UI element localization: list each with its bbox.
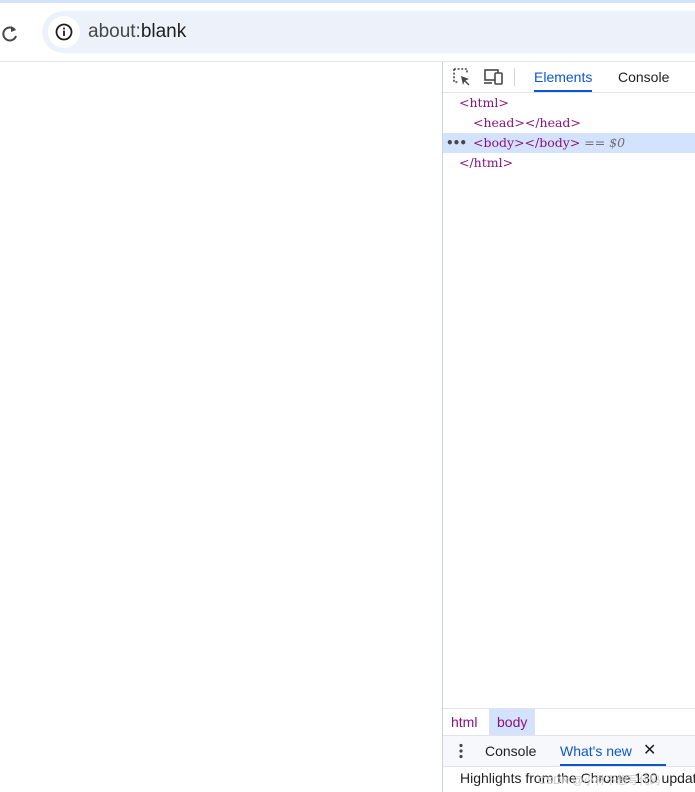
dom-tree: <html> <head></head> ••• <body></body> =… <box>443 93 695 173</box>
address-bar[interactable]: about:blank <box>42 11 695 53</box>
watermark: CSDN @小林不想写代码 <box>538 775 661 787</box>
dom-node-head[interactable]: <head></head> <box>443 113 695 133</box>
tab-console[interactable]: Console <box>618 62 669 92</box>
breadcrumb: html body <box>443 708 695 735</box>
close-icon[interactable]: ✕ <box>643 736 656 766</box>
drawer-tab-bar: Console What's new ✕ <box>443 735 695 767</box>
reload-icon[interactable] <box>0 21 20 45</box>
dom-node-body-tag: <body></body> <box>473 135 581 150</box>
page-viewport[interactable] <box>0 62 442 792</box>
breadcrumb-html[interactable]: html <box>443 709 485 735</box>
breadcrumb-body[interactable]: body <box>489 709 536 735</box>
drawer-tab-console[interactable]: Console <box>485 736 536 766</box>
more-options-icon[interactable]: ••• <box>446 133 467 153</box>
toolbar-separator <box>514 68 515 86</box>
devtools-tab-bar: Elements Console <box>443 62 695 93</box>
url-text[interactable]: about:blank <box>88 21 186 43</box>
dom-node-reference: == $0 <box>584 135 626 150</box>
device-toolbar-icon[interactable] <box>483 67 503 87</box>
devtools-panel: Elements Console <html> <head></head> ••… <box>442 62 695 792</box>
drawer-content: Highlights from the Chrome 130 update CS… <box>443 766 695 792</box>
info-icon[interactable] <box>48 16 80 48</box>
dom-node-html-close[interactable]: </html> <box>443 153 695 173</box>
dom-node-html-open[interactable]: <html> <box>443 93 695 113</box>
inspect-element-icon[interactable] <box>452 67 472 87</box>
more-menu-icon[interactable] <box>456 743 466 759</box>
url-scheme: about: <box>88 21 141 42</box>
url-page: blank <box>140 21 187 42</box>
drawer-tab-whats-new[interactable]: What's new <box>560 736 666 766</box>
browser-toolbar: about:blank <box>0 3 695 62</box>
dom-node-body[interactable]: ••• <body></body> == $0 <box>443 133 695 153</box>
tab-elements[interactable]: Elements <box>534 62 593 92</box>
